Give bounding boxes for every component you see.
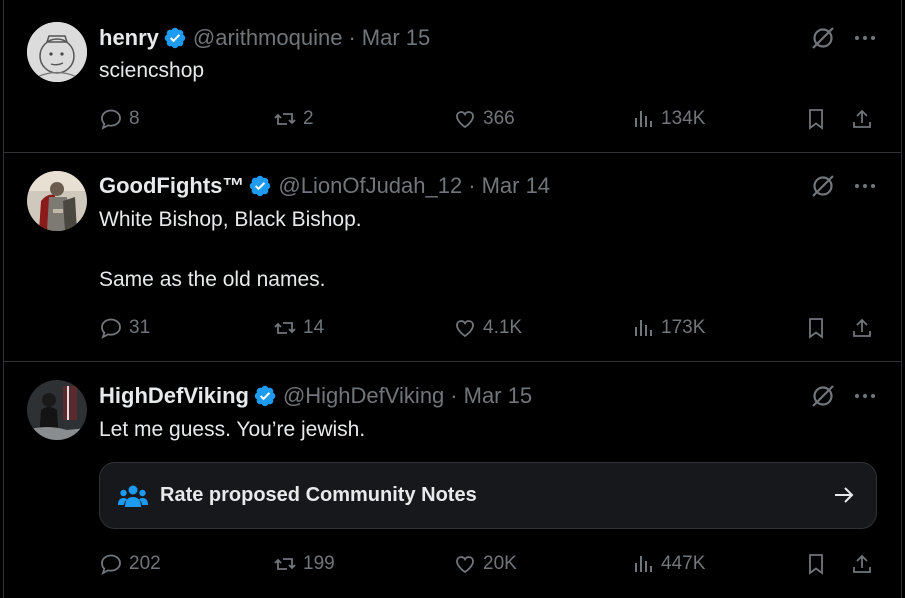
share-icon — [853, 318, 871, 337]
tweet-date[interactable]: Mar 15 — [362, 25, 430, 51]
handle[interactable]: @arithmoquine — [193, 25, 343, 51]
tweet-text: White Bishop, Black Bishop. Same as the … — [99, 208, 362, 291]
retweet-count: 2 — [303, 108, 314, 129]
separator-dot: · — [468, 173, 476, 198]
views-icon — [635, 111, 652, 127]
avatar[interactable] — [27, 171, 87, 231]
bookmark-button[interactable] — [804, 104, 828, 134]
retweet-icon — [274, 322, 296, 334]
more-icon[interactable] — [852, 383, 878, 409]
more-icon[interactable] — [852, 173, 878, 199]
arrow-right-icon — [835, 487, 854, 503]
separator-dot: · — [450, 383, 458, 408]
bookmark-button[interactable] — [804, 313, 828, 343]
tweet[interactable]: HighDefViking @HighDefViking · Mar 15 Le… — [3, 362, 902, 598]
share-button[interactable] — [850, 104, 874, 134]
views-icon — [635, 320, 652, 336]
separator-dot: · — [348, 25, 356, 50]
like-button[interactable]: 4.1K — [453, 313, 522, 343]
view-count: 134K — [661, 108, 706, 129]
views-icon — [635, 556, 652, 572]
grok-icon[interactable] — [810, 383, 836, 409]
reply-button[interactable]: 202 — [99, 549, 161, 579]
handle[interactable]: @LionOfJudah_12 — [278, 173, 462, 199]
more-icon[interactable] — [852, 25, 878, 51]
bookmark-icon — [809, 554, 823, 575]
bookmark-button[interactable] — [804, 549, 828, 579]
like-count: 4.1K — [483, 317, 523, 338]
share-button[interactable] — [850, 549, 874, 579]
retweet-button[interactable]: 14 — [273, 313, 324, 343]
tweet-text: Let me guess. You’re jewish. — [99, 418, 366, 441]
grok-icon[interactable] — [810, 173, 836, 199]
retweet-count: 199 — [303, 553, 335, 574]
reply-count: 8 — [129, 108, 140, 129]
retweet-icon — [274, 558, 296, 570]
tweet[interactable]: henry @arithmoquine · Mar 15 sciencshop … — [3, 0, 902, 153]
reply-button[interactable]: 8 — [99, 104, 140, 134]
reply-count: 31 — [129, 317, 151, 338]
reply-button[interactable]: 31 — [99, 313, 150, 343]
reply-count: 202 — [129, 553, 161, 574]
views-button[interactable]: 134K — [631, 104, 705, 134]
tweet-actions: 8 2 366 134K — [3, 104, 902, 134]
display-name[interactable]: henry — [99, 25, 159, 51]
tweet-actions: 202 199 20K 447K — [3, 549, 902, 579]
view-count: 447K — [661, 553, 706, 574]
tweet-text: sciencshop — [99, 59, 205, 82]
views-button[interactable]: 447K — [631, 549, 705, 579]
like-button[interactable]: 366 — [453, 104, 515, 134]
tweet[interactable]: GoodFights™ @LionOfJudah_12 · Mar 14 Whi… — [3, 153, 902, 362]
tweet-header: henry @arithmoquine · Mar 15 — [99, 24, 430, 52]
verified-badge-icon — [250, 175, 271, 197]
heart-icon — [456, 556, 474, 574]
grok-icon[interactable] — [810, 25, 836, 51]
like-count: 20K — [483, 553, 517, 574]
avatar[interactable] — [27, 380, 87, 440]
like-button[interactable]: 20K — [453, 549, 517, 579]
display-name[interactable]: GoodFights™ — [99, 173, 244, 199]
retweet-button[interactable]: 2 — [273, 104, 314, 134]
display-name[interactable]: HighDefViking — [99, 383, 249, 409]
community-notes-label: Rate proposed Community Notes — [160, 484, 477, 506]
retweet-icon — [274, 113, 296, 125]
tweet-header: GoodFights™ @LionOfJudah_12 · Mar 14 — [99, 172, 550, 200]
like-count: 366 — [483, 108, 515, 129]
bookmark-icon — [809, 109, 823, 130]
retweet-button[interactable]: 199 — [273, 549, 335, 579]
people-icon — [118, 485, 148, 507]
verified-badge-icon — [254, 385, 276, 407]
reply-icon — [101, 109, 121, 130]
handle[interactable]: @HighDefViking — [283, 383, 444, 409]
tweet-date[interactable]: Mar 15 — [464, 383, 532, 409]
verified-badge-icon — [164, 27, 186, 49]
reply-icon — [101, 554, 121, 575]
tweet-header: HighDefViking @HighDefViking · Mar 15 — [99, 382, 532, 410]
views-button[interactable]: 173K — [631, 313, 705, 343]
retweet-count: 14 — [303, 317, 325, 338]
reply-icon — [101, 318, 121, 339]
community-notes-button[interactable]: Rate proposed Community Notes — [99, 462, 877, 529]
share-button[interactable] — [850, 313, 874, 343]
share-icon — [853, 109, 871, 128]
view-count: 173K — [661, 317, 706, 338]
heart-icon — [456, 320, 474, 338]
heart-icon — [456, 111, 474, 129]
avatar[interactable] — [27, 22, 87, 82]
share-icon — [853, 554, 871, 573]
tweet-date[interactable]: Mar 14 — [482, 173, 550, 199]
tweet-actions: 31 14 4.1K 173K — [3, 313, 902, 343]
bookmark-icon — [809, 318, 823, 339]
